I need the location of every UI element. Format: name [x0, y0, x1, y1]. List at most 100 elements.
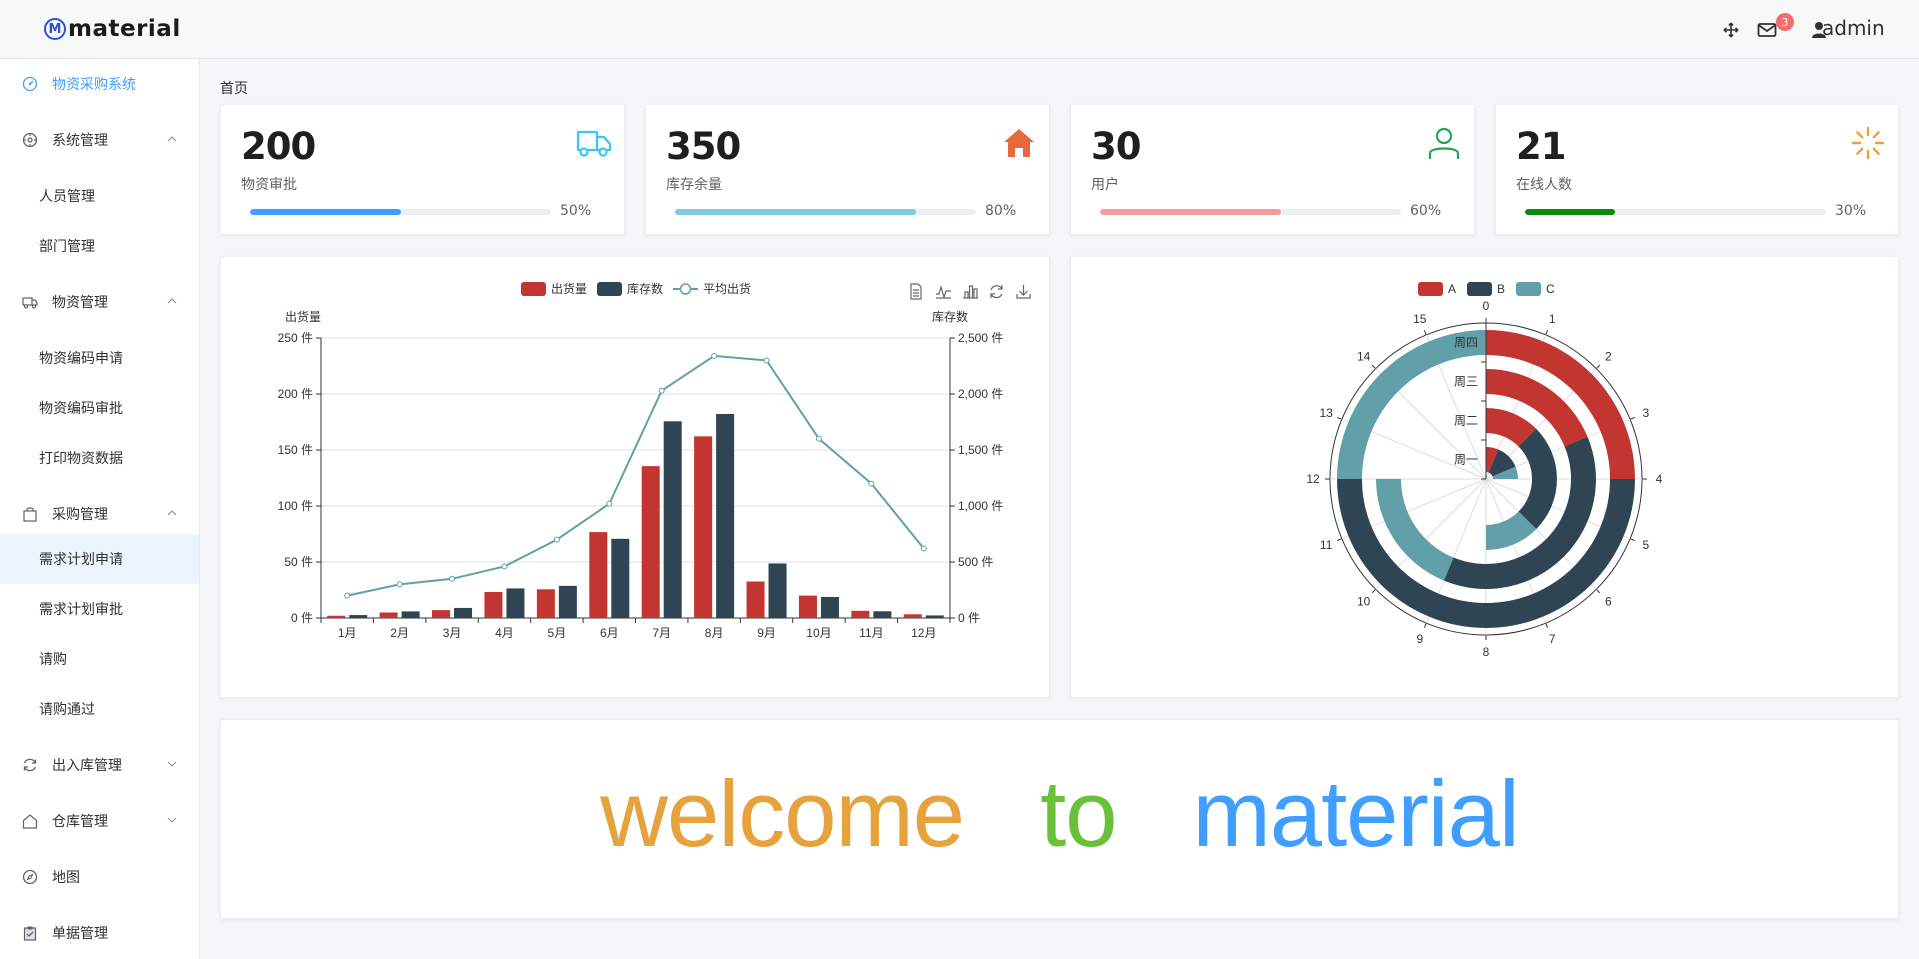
- sidebar-item-inout[interactable]: 出入库管理: [0, 740, 199, 790]
- y-tick-label-right: 1,500 件: [958, 443, 1003, 457]
- angle-tick: [1423, 622, 1427, 628]
- sidebar-item-purchase[interactable]: 采购管理: [0, 489, 199, 539]
- stat-label: 在线人数: [1516, 177, 1572, 193]
- stat-progress-bar: [675, 209, 976, 215]
- sidebar-item-label: 出入库管理: [52, 758, 122, 774]
- mail-icon[interactable]: [1756, 19, 1778, 41]
- y-axis-right-title: 库存数: [932, 309, 968, 324]
- sidebar-subitem-print-data[interactable]: 打印物资数据: [0, 433, 199, 483]
- sidebar-item-map[interactable]: 地图: [0, 852, 199, 902]
- sidebar-subitem-label: 物资编码审批: [39, 401, 123, 417]
- polar-chart: A B C0123456789101112131415周一周二周三周四: [1306, 282, 1663, 659]
- y-tick-label-left: 150 件: [278, 443, 313, 457]
- compass-icon: [22, 869, 38, 885]
- sidebar-subitem-label: 请购: [39, 652, 67, 668]
- y-tick-label-left: 50 件: [284, 555, 313, 569]
- line-point: [920, 545, 927, 552]
- username[interactable]: admin: [1822, 16, 1885, 40]
- sidebar-subitem-label: 人员管理: [39, 189, 95, 205]
- download-icon[interactable]: [1016, 285, 1031, 299]
- bar-chart-icon[interactable]: [963, 285, 978, 299]
- user-icon: [1428, 127, 1460, 159]
- sidebar-item-label: 仓库管理: [52, 814, 108, 830]
- sidebar-subitem-label: 打印物资数据: [39, 451, 123, 467]
- move-icon[interactable]: [1720, 19, 1742, 41]
- sidebar-item-documents[interactable]: 单据管理: [0, 908, 199, 958]
- x-tick-label: 5月: [548, 626, 567, 640]
- stat-card-approval: 200 物资审批 50%: [220, 104, 625, 235]
- bar-库存数: [558, 585, 577, 618]
- angle-tick-label: 1: [1549, 312, 1556, 326]
- breadcrumb[interactable]: 首页: [220, 78, 248, 98]
- sidebar-subitem-requisition-passed[interactable]: 请购通过: [0, 684, 199, 734]
- line-point: [396, 581, 403, 588]
- stat-card-online: 21 在线人数 30%: [1495, 104, 1899, 235]
- angle-tick: [1629, 538, 1635, 542]
- angle-tick: [1595, 588, 1601, 594]
- bar-出货量: [903, 614, 922, 618]
- sidebar-subitem-personnel[interactable]: 人员管理: [0, 171, 199, 221]
- sidebar: 物资采购系统 系统管理 人员管理 部门管理 物资管理 物资编码申请 物资编码审批…: [0, 59, 200, 959]
- sidebar-item-materials[interactable]: 物资管理: [0, 277, 199, 327]
- bar-出货量: [536, 589, 555, 618]
- chevron-up-icon: [167, 298, 177, 304]
- sidebar-item-label: 物资管理: [52, 295, 108, 311]
- stat-value: 21: [1516, 125, 1566, 168]
- x-tick-label: 6月: [600, 626, 619, 640]
- line-平均出货: [346, 354, 925, 597]
- stat-label: 用户: [1091, 177, 1119, 193]
- x-tick-label: 3月: [443, 626, 462, 640]
- stat-progress-bar: [1100, 209, 1401, 215]
- chevron-down-icon: [167, 817, 177, 823]
- bar-库存数: [768, 563, 787, 618]
- top-header: M material 3 admin: [0, 0, 1919, 59]
- sidebar-item-warehouse[interactable]: 仓库管理: [0, 796, 199, 846]
- legend-label: 库存数: [627, 281, 663, 296]
- angle-tick: [1371, 588, 1377, 594]
- sidebar-subitem-code-approve[interactable]: 物资编码审批: [0, 383, 199, 433]
- bar-出货量: [798, 595, 817, 618]
- sidebar-item-dashboard[interactable]: 物资采购系统: [0, 59, 199, 109]
- sales-chart-card: 出货量 库存数 平均出货 出货量 库存数 0 件0 件 50 件 500 件 100 件 1,00…: [220, 256, 1050, 698]
- bar-库存数: [349, 615, 368, 618]
- line-point: [815, 435, 822, 442]
- sidebar-subitem-demand-apply[interactable]: 需求计划申请: [0, 534, 199, 584]
- welcome-word-2: to: [1040, 761, 1117, 866]
- sidebar-item-label: 地图: [52, 870, 80, 886]
- bar-出货量: [327, 615, 346, 618]
- stat-percent: 50%: [560, 203, 592, 219]
- toolbox-icon-path: [963, 285, 978, 299]
- legend-swatch: [1418, 282, 1443, 296]
- line-point: [763, 357, 770, 364]
- data-view-icon[interactable]: [910, 283, 922, 300]
- notification-badge: 3: [1776, 13, 1794, 31]
- sidebar-subitem-requisition[interactable]: 请购: [0, 634, 199, 684]
- sidebar-subitem-label: 需求计划申请: [39, 552, 123, 568]
- refresh-icon: [23, 758, 37, 772]
- x-tick-label: 7月: [652, 626, 671, 640]
- sidebar-subitem-demand-approve[interactable]: 需求计划审批: [0, 584, 199, 634]
- y-tick-label-right: 1,000 件: [958, 499, 1003, 513]
- angle-tick: [1337, 538, 1343, 542]
- app-logo[interactable]: M material: [44, 14, 181, 44]
- angle-tick-label: 7: [1549, 632, 1556, 646]
- sidebar-subitem-label: 物资编码申请: [39, 351, 123, 367]
- sidebar-item-system[interactable]: 系统管理: [0, 115, 199, 165]
- line-point: [553, 536, 560, 543]
- legend-swatch: [597, 282, 622, 296]
- sidebar-subitem-department[interactable]: 部门管理: [0, 221, 199, 271]
- angle-tick: [1371, 364, 1377, 370]
- radius-tick-label: 周三: [1454, 375, 1478, 389]
- stat-progress-bar: [250, 209, 551, 215]
- angle-tick: [1629, 416, 1635, 420]
- restore-icon[interactable]: [990, 285, 1003, 299]
- bar-库存数: [454, 607, 473, 618]
- sales-chart: 出货量 库存数 平均出货出货量 库存数0 件0 件50 件 500 件100 件 1,00…: [278, 281, 1031, 640]
- x-tick-label: 1月: [338, 626, 357, 640]
- x-tick-label: 11月: [859, 626, 883, 640]
- angle-tick-label: 4: [1656, 472, 1663, 486]
- bar-出货量: [641, 466, 660, 618]
- sidebar-subitem-code-apply[interactable]: 物资编码申请: [0, 333, 199, 383]
- line-chart-icon[interactable]: [936, 284, 951, 299]
- line-point: [449, 575, 456, 582]
